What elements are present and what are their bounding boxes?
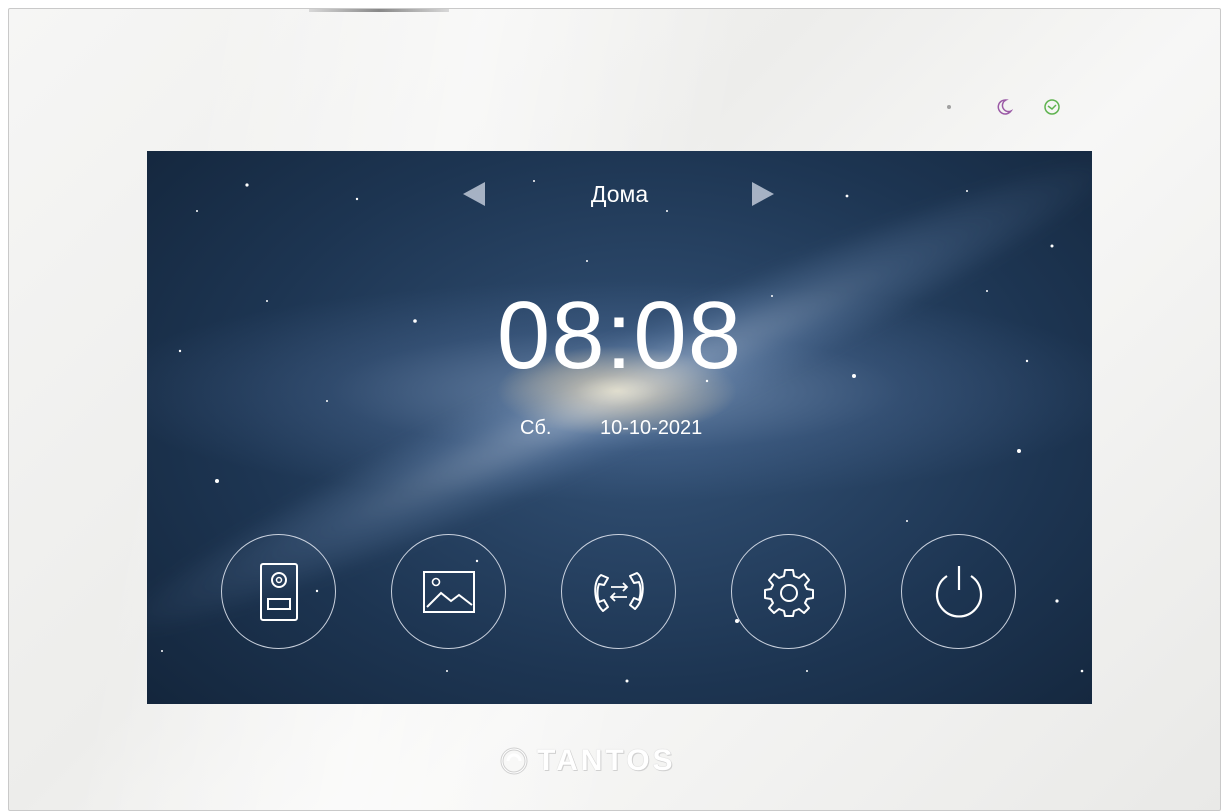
next-arrow-icon[interactable] — [752, 182, 774, 206]
tantos-logo-icon — [500, 747, 528, 775]
intercom-device: Дома 08:08 Сб. 10-10-2021 TANTOS — [8, 8, 1221, 811]
clock-icon — [1044, 99, 1060, 115]
date-label: 10-10-2021 — [600, 417, 703, 439]
image-gallery-icon — [422, 570, 475, 613]
power-button[interactable] — [901, 534, 1016, 649]
door-panel-icon — [259, 562, 298, 621]
brand-logo: TANTOS — [499, 741, 676, 781]
dot-icon — [947, 105, 951, 109]
status-indicators — [947, 97, 1061, 117]
clock-time: 08:08 — [496, 282, 743, 389]
moon-icon — [997, 99, 1013, 115]
settings-button[interactable] — [731, 534, 846, 649]
image-gallery-button[interactable] — [391, 534, 506, 649]
intercom-call-button[interactable] — [561, 534, 676, 649]
door-panel-button[interactable] — [221, 534, 336, 649]
gear-icon — [763, 568, 814, 617]
brand-name: TANTOS — [537, 744, 676, 777]
previous-arrow-icon[interactable] — [463, 182, 485, 206]
top-edge-highlight — [309, 9, 449, 12]
weekday-label: Сб. — [520, 417, 552, 439]
display-screen: Дома 08:08 Сб. 10-10-2021 — [147, 151, 1092, 704]
power-icon — [935, 565, 982, 617]
location-label: Дома — [590, 181, 649, 207]
intercom-call-icon — [593, 571, 644, 612]
